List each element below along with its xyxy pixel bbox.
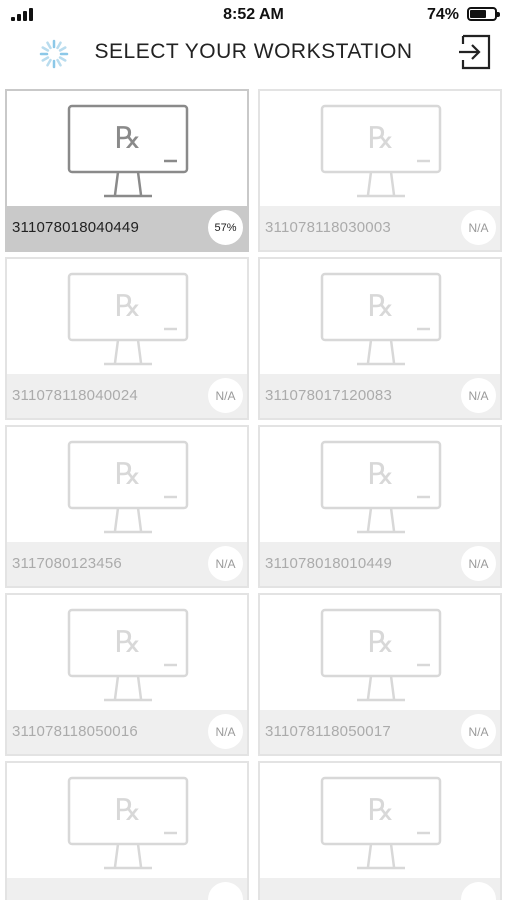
monitor-icon: ℞ bbox=[320, 272, 442, 366]
workstation-status-badge: N/A bbox=[461, 714, 496, 749]
monitor-icon: ℞ bbox=[320, 608, 442, 702]
monitor-icon: ℞ bbox=[67, 104, 189, 198]
page-title: SELECT YOUR WORKSTATION bbox=[94, 40, 413, 63]
workstation-serial: 311078118050017 bbox=[265, 723, 391, 740]
monitor-icon: ℞ bbox=[67, 776, 189, 870]
workstation-info-bar: 311078018040449 57% bbox=[7, 206, 247, 250]
monitor-icon: ℞ bbox=[320, 104, 442, 198]
workstation-status-badge: N/A bbox=[461, 378, 496, 413]
workstation-status-badge: N/A bbox=[461, 210, 496, 245]
workstation-tile-9[interactable]: ℞ bbox=[5, 761, 249, 900]
workstation-info-bar: 311078118030003 N/A bbox=[260, 206, 500, 250]
workstation-serial: 311078017120083 bbox=[265, 387, 393, 404]
workstation-info-bar: 311078118040024 N/A bbox=[7, 374, 247, 418]
workstation-tile-8[interactable]: ℞ 311078118050017 N/A bbox=[258, 593, 502, 756]
workstation-serial: 311078018040449 bbox=[12, 219, 140, 236]
status-bar: 8:52 AM 74% bbox=[0, 0, 507, 30]
monitor-icon: ℞ bbox=[67, 272, 189, 366]
workstation-serial: 311078018010449 bbox=[265, 555, 393, 572]
svg-text:℞: ℞ bbox=[115, 458, 142, 491]
workstation-info-bar bbox=[260, 878, 500, 900]
svg-text:℞: ℞ bbox=[368, 122, 395, 155]
workstation-info-bar: 311078118050017 N/A bbox=[260, 710, 500, 754]
battery-icon bbox=[467, 7, 500, 21]
workstation-status-badge: N/A bbox=[461, 546, 496, 581]
header: SELECT YOUR WORKSTATION bbox=[0, 30, 507, 80]
monitor-icon: ℞ bbox=[67, 440, 189, 534]
workstation-info-bar: 311078018010449 N/A bbox=[260, 542, 500, 586]
svg-text:℞: ℞ bbox=[115, 290, 142, 323]
monitor-icon: ℞ bbox=[67, 608, 189, 702]
workstation-tile-4[interactable]: ℞ 311078017120083 N/A bbox=[258, 257, 502, 420]
logout-icon[interactable] bbox=[457, 33, 493, 71]
workstation-tile-2[interactable]: ℞ 311078118030003 N/A bbox=[258, 89, 502, 252]
workstation-status-badge: N/A bbox=[208, 546, 243, 581]
workstation-status-badge bbox=[461, 882, 496, 900]
workstation-tile-10[interactable]: ℞ bbox=[258, 761, 502, 900]
workstation-tile-7[interactable]: ℞ 311078118050016 N/A bbox=[5, 593, 249, 756]
workstation-status-badge: N/A bbox=[208, 378, 243, 413]
workstation-tile-6[interactable]: ℞ 311078018010449 N/A bbox=[258, 425, 502, 588]
workstation-status-badge: 57% bbox=[208, 210, 243, 245]
battery-percentage: 74% bbox=[426, 6, 459, 23]
workstation-serial: 311078118050016 bbox=[12, 723, 138, 740]
svg-text:℞: ℞ bbox=[115, 626, 142, 659]
svg-text:℞: ℞ bbox=[368, 458, 395, 491]
monitor-icon: ℞ bbox=[320, 776, 442, 870]
monitor-icon: ℞ bbox=[320, 440, 442, 534]
workstation-grid: ℞ 311078018040449 57% ℞ 311078118030003 … bbox=[5, 89, 503, 900]
svg-text:℞: ℞ bbox=[368, 290, 395, 323]
workstation-info-bar bbox=[7, 878, 247, 900]
workstation-info-bar: 311078118050016 N/A bbox=[7, 710, 247, 754]
workstation-serial: 311078118030003 bbox=[265, 219, 391, 236]
svg-text:℞: ℞ bbox=[115, 794, 142, 827]
workstation-serial: 3117080123456 bbox=[12, 555, 122, 572]
workstation-serial: 311078118040024 bbox=[12, 387, 138, 404]
workstation-tile-3[interactable]: ℞ 311078118040024 N/A bbox=[5, 257, 249, 420]
workstation-info-bar: 311078017120083 N/A bbox=[260, 374, 500, 418]
workstation-tile-5[interactable]: ℞ 3117080123456 N/A bbox=[5, 425, 249, 588]
svg-text:℞: ℞ bbox=[115, 122, 142, 155]
workstation-status-badge: N/A bbox=[208, 714, 243, 749]
svg-text:℞: ℞ bbox=[368, 794, 395, 827]
svg-text:℞: ℞ bbox=[368, 626, 395, 659]
workstation-info-bar: 3117080123456 N/A bbox=[7, 542, 247, 586]
workstation-status-badge bbox=[208, 882, 243, 900]
workstation-tile-1[interactable]: ℞ 311078018040449 57% bbox=[5, 89, 249, 252]
